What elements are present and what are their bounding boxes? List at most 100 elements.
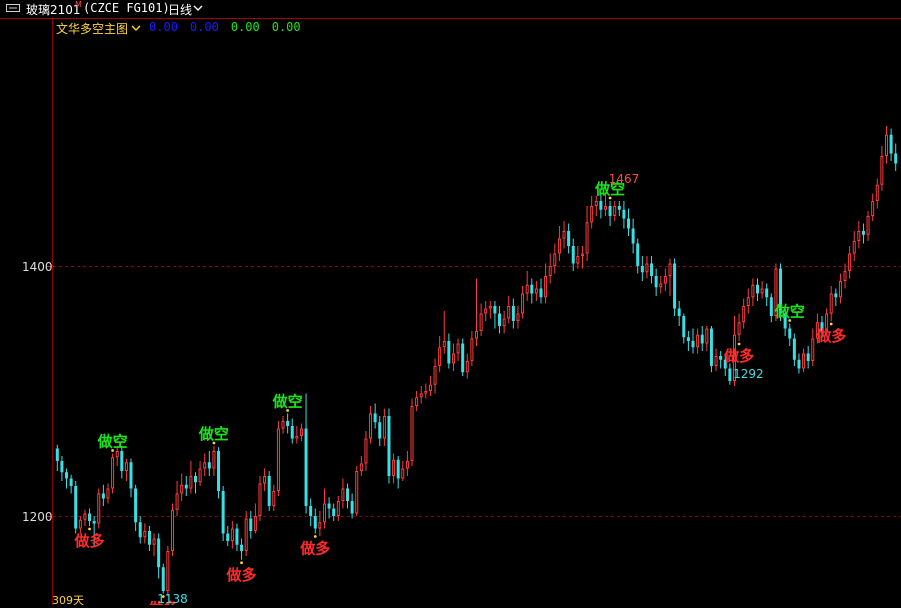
candle[interactable] xyxy=(516,306,520,329)
candle[interactable] xyxy=(290,418,294,444)
candle[interactable] xyxy=(341,478,345,509)
candle[interactable] xyxy=(636,238,640,274)
candle[interactable] xyxy=(143,523,147,544)
candle[interactable] xyxy=(369,406,373,444)
candle[interactable] xyxy=(267,471,271,511)
candle[interactable] xyxy=(631,218,635,254)
candle[interactable] xyxy=(88,508,92,527)
candle[interactable] xyxy=(134,484,138,531)
candle[interactable] xyxy=(396,456,400,489)
candle[interactable] xyxy=(69,474,73,494)
candle[interactable] xyxy=(659,276,663,294)
candle[interactable] xyxy=(281,416,285,434)
candle[interactable] xyxy=(498,306,502,334)
candle[interactable] xyxy=(557,226,561,261)
candle[interactable] xyxy=(447,333,451,369)
candle[interactable] xyxy=(834,288,838,307)
candle[interactable] xyxy=(751,278,755,307)
candle[interactable] xyxy=(461,338,465,377)
candle[interactable] xyxy=(428,376,432,396)
candle[interactable] xyxy=(189,461,193,494)
candle[interactable] xyxy=(456,338,460,362)
candle[interactable] xyxy=(60,456,64,481)
candle[interactable] xyxy=(309,498,313,527)
candle[interactable] xyxy=(857,221,861,249)
candle[interactable] xyxy=(567,223,571,254)
candle[interactable] xyxy=(539,278,543,304)
candle[interactable] xyxy=(640,256,644,281)
candle[interactable] xyxy=(797,353,801,374)
candle[interactable] xyxy=(682,313,686,344)
candle[interactable] xyxy=(493,301,497,329)
candle[interactable] xyxy=(253,503,257,534)
candle[interactable] xyxy=(124,458,128,482)
candle[interactable] xyxy=(668,258,672,297)
candle[interactable] xyxy=(313,508,317,534)
candle[interactable] xyxy=(580,246,584,269)
candle[interactable] xyxy=(451,343,455,372)
candle[interactable] xyxy=(788,323,792,347)
candle[interactable] xyxy=(346,483,350,509)
candle[interactable] xyxy=(474,278,479,347)
candle[interactable] xyxy=(622,201,626,229)
candle[interactable] xyxy=(484,301,488,321)
candle[interactable] xyxy=(765,283,769,307)
candle[interactable] xyxy=(686,331,690,351)
candle[interactable] xyxy=(700,326,704,351)
candle[interactable] xyxy=(627,208,631,237)
candle[interactable] xyxy=(811,328,815,367)
candle[interactable] xyxy=(378,416,382,446)
candle[interactable] xyxy=(111,453,115,494)
candle[interactable] xyxy=(226,526,230,546)
candle[interactable] xyxy=(585,206,589,261)
candle[interactable] xyxy=(590,196,594,229)
candle[interactable] xyxy=(742,298,746,329)
candle[interactable] xyxy=(507,296,511,324)
candle[interactable] xyxy=(166,546,170,596)
candle[interactable] xyxy=(276,421,280,496)
candle[interactable] xyxy=(138,516,142,544)
candle[interactable] xyxy=(387,408,391,484)
candle[interactable] xyxy=(401,461,405,481)
candle[interactable] xyxy=(244,511,248,556)
candle[interactable] xyxy=(433,358,437,394)
candle[interactable] xyxy=(373,403,377,429)
candle[interactable] xyxy=(861,223,865,244)
candle[interactable] xyxy=(719,351,723,369)
candle[interactable] xyxy=(594,196,598,216)
candle[interactable] xyxy=(410,398,414,467)
candle[interactable] xyxy=(180,473,184,502)
candle[interactable] xyxy=(737,313,741,342)
candle[interactable] xyxy=(405,451,409,476)
candle[interactable] xyxy=(106,483,110,504)
candle[interactable] xyxy=(838,273,842,304)
candle[interactable] xyxy=(617,201,621,216)
candle[interactable] xyxy=(55,444,59,471)
candle[interactable] xyxy=(645,256,649,279)
candle[interactable] xyxy=(769,293,773,323)
candle[interactable] xyxy=(175,481,179,516)
candle[interactable] xyxy=(327,497,331,519)
candle[interactable] xyxy=(217,447,221,499)
candle[interactable] xyxy=(65,468,69,489)
candle[interactable] xyxy=(852,231,856,261)
candle[interactable] xyxy=(97,488,101,529)
candle[interactable] xyxy=(198,461,202,486)
candle[interactable] xyxy=(157,533,161,579)
candle[interactable] xyxy=(438,336,442,373)
candle[interactable] xyxy=(894,143,898,172)
candle[interactable] xyxy=(673,258,677,317)
candle[interactable] xyxy=(525,271,529,301)
candle[interactable] xyxy=(235,523,239,552)
candle[interactable] xyxy=(193,472,198,494)
candle[interactable] xyxy=(889,128,893,162)
candle[interactable] xyxy=(129,458,133,498)
candle[interactable] xyxy=(382,408,386,447)
candle[interactable] xyxy=(663,268,667,292)
candle[interactable] xyxy=(161,563,165,594)
candle[interactable] xyxy=(465,353,469,379)
candle[interactable] xyxy=(696,328,700,354)
candle[interactable] xyxy=(613,201,617,221)
candle[interactable] xyxy=(760,281,764,299)
candle[interactable] xyxy=(714,348,718,372)
